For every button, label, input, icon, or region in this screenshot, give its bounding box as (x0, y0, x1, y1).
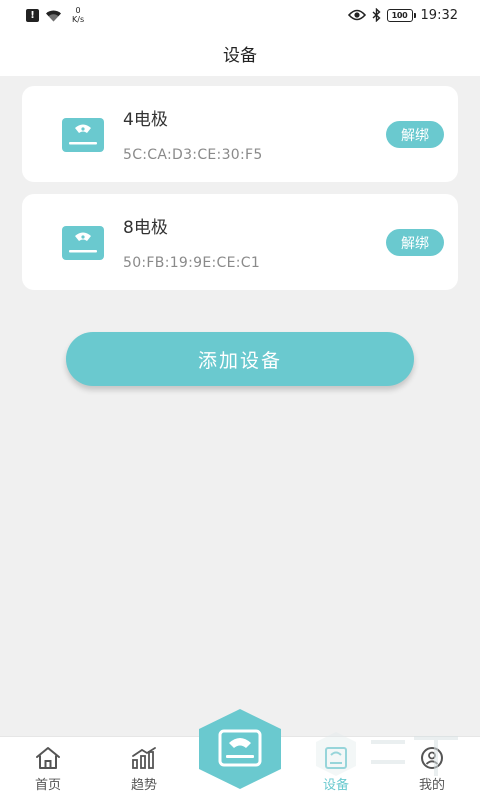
tab-scale-center[interactable] (195, 707, 285, 791)
battery-icon: 100 (386, 8, 416, 22)
tab-label: 首页 (34, 778, 61, 793)
status-right: 100 19:32 (347, 7, 458, 23)
tab-trend[interactable]: 趋势 (108, 737, 180, 800)
bluetooth-icon (372, 8, 381, 22)
scale-icon (62, 118, 104, 152)
status-bar: ! 0 K/s 100 19:32 (0, 0, 480, 30)
net-speed-unit: K/s (72, 15, 85, 24)
tab-label: 设备 (322, 778, 349, 793)
tab-home[interactable]: 首页 (12, 737, 84, 800)
title-bar: 设备 (0, 30, 480, 76)
alert-icon: ! (26, 8, 39, 22)
home-icon (33, 745, 63, 771)
status-time: 19:32 (420, 7, 458, 23)
tab-profile[interactable]: 我的 (396, 737, 468, 800)
add-device-button[interactable]: 添加设备 (66, 332, 414, 386)
device-name: 8电极 (123, 218, 168, 238)
device-name: 4电极 (123, 110, 168, 130)
tab-label: 趋势 (130, 778, 157, 793)
device-card[interactable]: 4电极 5C:CA:D3:CE:30:F5 解绑 (22, 86, 458, 182)
net-speed-value: 0 (75, 6, 81, 15)
net-speed: 0 K/s (72, 6, 84, 24)
status-left: ! 0 K/s (26, 6, 84, 24)
device-mac: 50:FB:19:9E:CE:C1 (123, 255, 261, 271)
eye-icon (347, 9, 366, 21)
wifi-icon (46, 10, 61, 21)
unbind-button[interactable]: 解绑 (386, 121, 444, 148)
page-title: 设备 (223, 45, 257, 66)
trend-chart-icon (129, 745, 159, 771)
scale-icon (199, 709, 281, 789)
device-mac: 5C:CA:D3:CE:30:F5 (123, 147, 263, 163)
unbind-button[interactable]: 解绑 (386, 229, 444, 256)
device-icon (321, 745, 351, 771)
tab-device[interactable]: 设备 (300, 737, 372, 800)
tab-label: 我的 (418, 778, 445, 793)
scale-icon (62, 226, 104, 260)
battery-level: 100 (391, 10, 408, 20)
device-card[interactable]: 8电极 50:FB:19:9E:CE:C1 解绑 (22, 194, 458, 290)
profile-icon (417, 745, 447, 771)
